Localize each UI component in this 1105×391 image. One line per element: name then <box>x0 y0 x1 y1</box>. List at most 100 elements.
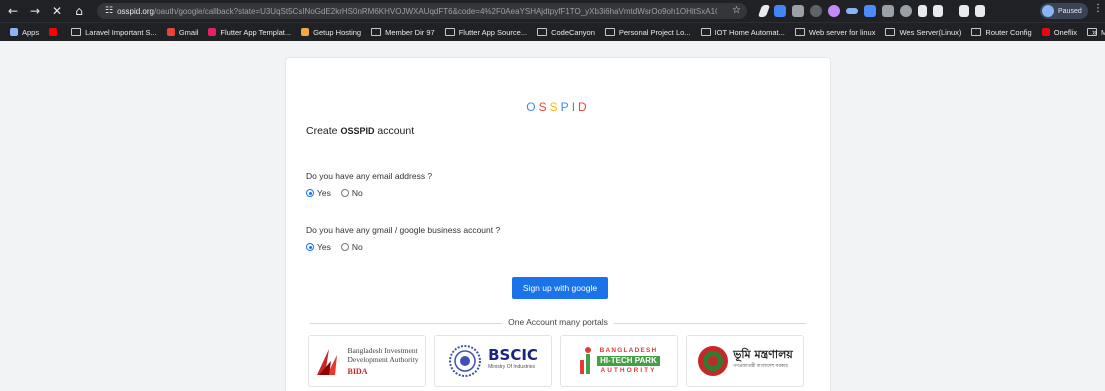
signup-card: OSSPID Create OSSPID account Do you have… <box>285 57 831 391</box>
hitech-emblem-icon <box>580 347 592 374</box>
government-seal-icon <box>698 346 729 376</box>
bookmark-item[interactable]: Web server for linux <box>794 27 876 37</box>
bida-abbr: BIDA <box>347 367 368 376</box>
bookmark-item[interactable]: Member Dir 97 <box>371 28 435 37</box>
bookmarks-bar: Apps Laravel Important S... Gmail Flutter A… <box>0 22 1105 41</box>
site-settings-icon[interactable]: ☷ <box>105 6 113 16</box>
extension-icon[interactable] <box>828 5 840 17</box>
forward-icon[interactable]: → <box>26 2 44 20</box>
hitech-line2: HI-TECH PARK <box>597 356 660 366</box>
bookmark-label: Laravel Important S... <box>85 27 157 37</box>
portals-label: One Account many portals <box>286 317 830 327</box>
extension-icon[interactable] <box>864 5 876 17</box>
youtube-icon <box>49 28 58 36</box>
bookmark-item[interactable]: Router Config <box>971 27 1032 37</box>
gmail-icon <box>166 28 175 36</box>
bida-line1: Bangladesh Investment <box>347 346 418 355</box>
download-icon[interactable] <box>959 5 969 17</box>
menu-icon[interactable]: ⋮ <box>1093 3 1103 14</box>
bookmark-label: Flutter App Source... <box>458 27 528 37</box>
close-icon[interactable]: ✕ <box>48 2 66 20</box>
url-text[interactable]: osspid.org/oauth/google/callback?state=U… <box>117 7 717 16</box>
bookmark-label: Web server for linux <box>808 27 876 37</box>
back-icon[interactable]: ← <box>4 2 22 20</box>
star-icon[interactable]: ☆ <box>732 5 741 16</box>
bookmark-label: Router Config <box>985 27 1032 37</box>
extension-icon[interactable] <box>918 5 927 17</box>
bookmark-label: IOT Home Automat... <box>714 27 785 37</box>
question-email: Do you have any email address ? <box>306 171 433 181</box>
radio-label: No <box>351 188 363 198</box>
email-yes-radio[interactable] <box>306 189 314 197</box>
bida-line2: Development Authority <box>347 355 419 364</box>
bookmark-item[interactable]: Personal Project Lo... <box>604 27 691 37</box>
gmail-no-radio[interactable] <box>340 243 349 251</box>
extension-icon[interactable] <box>882 5 894 17</box>
bookmark-item[interactable]: Wes Server(Linux) <box>885 28 961 37</box>
extension-icon[interactable] <box>774 5 786 17</box>
grid-icon <box>10 28 18 36</box>
bookmark-label: CodeCanyon <box>551 27 595 37</box>
profile-status: Paused <box>1058 7 1082 15</box>
bscic-emblem-icon <box>449 345 482 377</box>
gmail-yes-radio[interactable] <box>306 243 314 251</box>
bookmarks-overflow-icon[interactable]: » <box>1092 27 1097 37</box>
home-icon[interactable]: ⌂ <box>70 2 88 20</box>
page-title: Create OSSPID account <box>306 125 415 137</box>
puzzle-icon[interactable] <box>933 5 943 17</box>
bookmark-label: Wes Server(Linux) <box>899 27 962 37</box>
profile-button[interactable]: Paused <box>1040 3 1088 19</box>
folder-icon <box>371 28 382 36</box>
avatar <box>1042 5 1054 17</box>
hitech-line3: AUTHORITY <box>600 367 657 374</box>
bookmark-item[interactable]: Oneflix <box>1041 28 1077 37</box>
land-ministry-subtitle: গণপ্রজাতন্ত্রী বাংলাদেশ সরকার <box>733 364 788 369</box>
bookmark-label: Member Dir 97 <box>385 27 435 37</box>
bida-emblem-icon <box>317 349 338 375</box>
bscic-subtitle: Ministry Of Industries <box>488 364 536 370</box>
extension-icon[interactable] <box>900 5 912 17</box>
hitech-line1: BANGLADESH <box>599 347 658 354</box>
bookmark-label: Getup Hosting <box>313 27 362 37</box>
bookmark-item[interactable]: Gmail <box>166 27 199 37</box>
address-bar[interactable]: ☷ osspid.org/oauth/google/callback?state… <box>97 3 747 19</box>
folder-icon <box>537 28 548 36</box>
bookmark-item[interactable] <box>49 28 61 36</box>
extension-icon[interactable] <box>757 5 771 17</box>
folder-icon <box>604 28 615 36</box>
extension-icon[interactable] <box>792 5 804 17</box>
portal-logo-bida[interactable]: Bangladesh Investment Development Author… <box>308 335 426 387</box>
portal-logo-bscic[interactable]: BSCIC Ministry Of Industries <box>434 335 552 387</box>
bookmark-label: My Journal <box>1101 28 1105 37</box>
portal-logos: Bangladesh Investment Development Author… <box>308 335 804 387</box>
bookmark-item[interactable]: CodeCanyon <box>537 28 595 37</box>
folder-icon <box>885 28 896 36</box>
folder-icon <box>794 28 805 36</box>
email-radio-group: Yes No <box>306 188 373 198</box>
gmail-radio-group: Yes No <box>306 242 373 252</box>
sidepanel-icon[interactable] <box>975 5 985 17</box>
bookmark-item[interactable]: Flutter App Templat... <box>208 28 291 37</box>
bookmark-label: Gmail <box>178 27 199 37</box>
bookmark-item[interactable]: Flutter App Source... <box>444 27 528 37</box>
bookmark-item[interactable]: Getup Hosting <box>301 28 361 37</box>
radio-label: Yes <box>317 188 331 198</box>
bookmark-label: Apps <box>22 27 40 37</box>
folder-icon <box>700 28 711 36</box>
site-icon <box>301 28 310 36</box>
bookmark-item[interactable]: Apps <box>10 28 39 37</box>
email-no-radio[interactable] <box>340 189 349 197</box>
site-icon <box>208 28 217 36</box>
extension-icon[interactable] <box>810 5 822 17</box>
folder-icon <box>71 28 82 36</box>
sign-up-google-button[interactable]: Sign up with google <box>512 277 608 299</box>
land-ministry-title: ভূমি মন্ত্রণালয় <box>733 348 793 361</box>
bookmark-item[interactable]: Laravel Important S... <box>71 28 157 37</box>
portal-logo-hitech-park[interactable]: BANGLADESH HI-TECH PARK AUTHORITY <box>560 335 678 387</box>
extension-icon[interactable] <box>846 8 858 14</box>
bookmark-label: Flutter App Templat... <box>220 27 292 37</box>
bookmark-label: Personal Project Lo... <box>618 27 691 37</box>
portal-logo-land-ministry[interactable]: ভূমি মন্ত্রণালয় গণপ্রজাতন্ত্রী বাংলাদেশ… <box>686 335 804 387</box>
question-gmail: Do you have any gmail / google business … <box>306 225 501 235</box>
bookmark-item[interactable]: IOT Home Automat... <box>700 27 785 37</box>
